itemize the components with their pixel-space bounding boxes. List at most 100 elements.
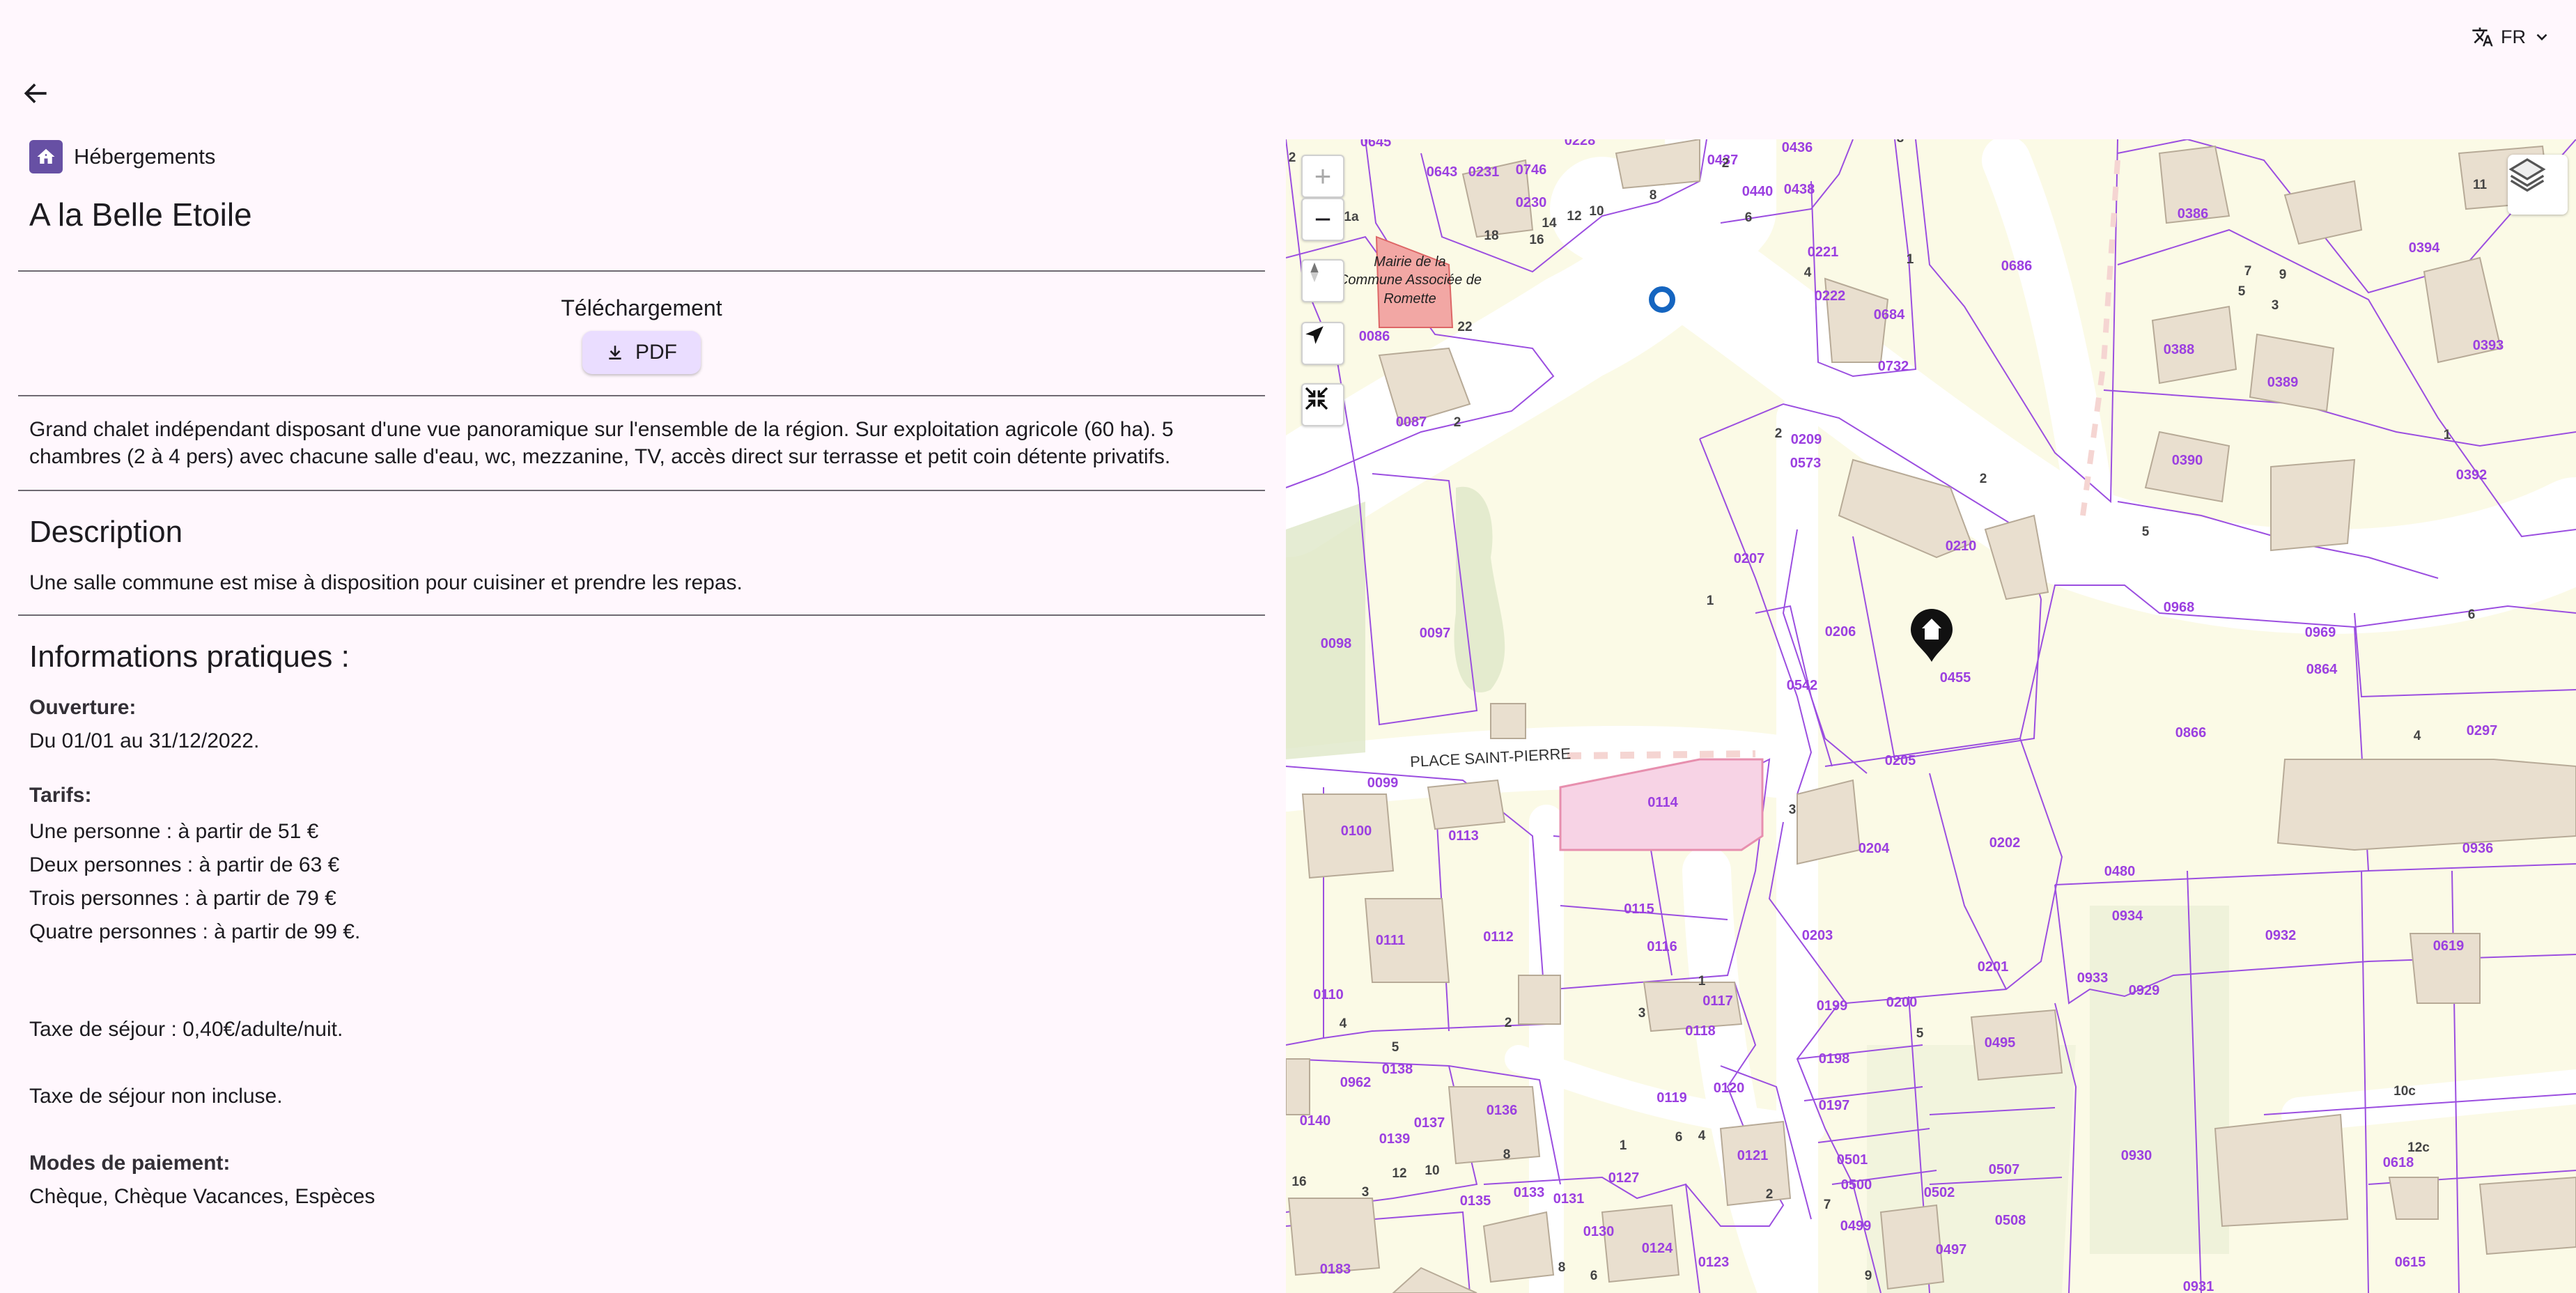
- parcel-label: 0499: [1840, 1218, 1872, 1234]
- rates-label: Tarifs:: [29, 784, 92, 807]
- parcel-label: 0199: [1817, 998, 1848, 1014]
- parcel-label: 0121: [1737, 1148, 1769, 1163]
- parcel-label: 0573: [1790, 456, 1822, 471]
- street-number: 7: [1824, 1198, 1831, 1212]
- parcel-label: 0497: [1936, 1242, 1967, 1257]
- parcel-label: 0936: [2462, 841, 2494, 856]
- practical-heading: Informations pratiques :: [29, 640, 350, 674]
- map-view[interactable]: Mairie de la Commune Associée de Romette…: [1286, 139, 2576, 1293]
- mairie-label: Commune Associée de: [1338, 272, 1482, 288]
- parcel-label: 0393: [2473, 338, 2504, 353]
- street-number: 9: [1865, 1269, 1872, 1283]
- street-number: 12: [1392, 1166, 1406, 1181]
- parcel-label: 0207: [1734, 551, 1765, 566]
- parcel-label: 0388: [2164, 342, 2195, 357]
- parcel-label: 0112: [1483, 929, 1513, 945]
- parcel-label: 0209: [1791, 432, 1822, 447]
- parcel-label: 0732: [1878, 359, 1909, 374]
- parcel-label: 0231: [1468, 164, 1500, 180]
- parcel-label: 0502: [1924, 1185, 1955, 1200]
- language-selector[interactable]: FR: [2472, 22, 2551, 52]
- street-number: 9: [2279, 268, 2287, 282]
- zoom-out-label: −: [1314, 203, 1332, 235]
- download-section: Téléchargement PDF: [18, 272, 1265, 374]
- accommodation-marker[interactable]: [1911, 609, 1953, 662]
- street-number: 7: [2244, 264, 2252, 279]
- parcel-label: 0228: [1565, 139, 1596, 148]
- parcel-label: 0929: [2129, 983, 2160, 998]
- street-number: 1: [1698, 974, 1706, 989]
- street-number: 2: [1454, 415, 1461, 430]
- parcel-label: 0297: [2467, 723, 2498, 738]
- parcel-label: 0098: [1321, 636, 1352, 651]
- pdf-download-button[interactable]: PDF: [582, 331, 701, 374]
- zoom-in-label: +: [1314, 160, 1332, 192]
- language-code: FR: [2501, 26, 2526, 47]
- street-number: 3: [1638, 1006, 1646, 1021]
- parcel-label: 0227: [1640, 139, 1671, 143]
- tax-note: Taxe de séjour non incluse.: [29, 1085, 283, 1108]
- street-number: 3: [1362, 1185, 1370, 1200]
- parcel-label: 0197: [1819, 1098, 1850, 1113]
- street-number: 4: [1804, 265, 1812, 280]
- layers-button[interactable]: [2508, 155, 2568, 215]
- parcel-label: 0934: [2112, 908, 2143, 924]
- parcel-label: 0542: [1787, 678, 1818, 693]
- street-number: 8: [1558, 1260, 1566, 1275]
- zoom-out-button[interactable]: −: [1301, 198, 1344, 241]
- street-number: 14: [1542, 216, 1557, 231]
- category-row: Hébergements: [18, 139, 1265, 174]
- parcel-label: 0202: [1989, 835, 2021, 851]
- description-text: Une salle commune est mise à disposition…: [29, 571, 743, 594]
- compass-button[interactable]: [1301, 259, 1344, 302]
- parcel-label: 0137: [1414, 1115, 1445, 1131]
- home-icon: [29, 140, 63, 173]
- parcel-label: 0508: [1995, 1213, 2026, 1228]
- back-button[interactable]: [21, 78, 52, 109]
- pdf-label: PDF: [635, 341, 677, 364]
- zoom-in-button[interactable]: +: [1301, 155, 1344, 198]
- parcel-label: 0864: [2306, 662, 2338, 677]
- parcel-label: 0205: [1885, 753, 1916, 768]
- layers-icon: [2508, 158, 2546, 192]
- parcel-label: 0127: [1608, 1170, 1640, 1186]
- opening-label: Ouverture:: [29, 696, 137, 719]
- rate-item: Deux personnes : à partir de 63 €: [29, 853, 340, 876]
- street-number: 3: [1789, 803, 1797, 817]
- street-number: 10: [1589, 204, 1604, 219]
- parcel-label: 0110: [1313, 987, 1343, 1002]
- parcel-label: 0099: [1367, 775, 1399, 791]
- street-number: 4: [2414, 729, 2421, 743]
- parcel-label: 0230: [1516, 195, 1547, 210]
- parcel-label: 0930: [2121, 1148, 2152, 1163]
- collapse-icon: [1305, 387, 1328, 410]
- street-number: 5: [2142, 525, 2150, 539]
- exit-fullscreen-button[interactable]: [1301, 383, 1344, 426]
- parcel-label: 0643: [1427, 164, 1458, 180]
- street-number: 12c: [2407, 1140, 2430, 1155]
- parcel-label: 0932: [2265, 928, 2297, 943]
- street-number: 10: [1425, 1163, 1439, 1178]
- street-number: 3: [1897, 139, 1904, 146]
- divider: [18, 490, 1265, 491]
- parcel-label: 0389: [2267, 375, 2299, 390]
- street-number: 6: [1675, 1130, 1683, 1145]
- parcel-label: 0501: [1837, 1152, 1868, 1168]
- parcel-label: 0392: [2456, 467, 2488, 483]
- street-number: 16: [1529, 233, 1544, 247]
- parcel-label: 0183: [1320, 1262, 1351, 1277]
- parcel-label: 0133: [1514, 1185, 1545, 1200]
- parcel-label: 0118: [1685, 1023, 1715, 1039]
- parcel-label: 0120: [1714, 1081, 1745, 1096]
- street-number: 10c: [2393, 1084, 2416, 1099]
- parcel-label: 0200: [1886, 995, 1918, 1010]
- parcel-label: 0201: [1978, 959, 2009, 975]
- translate-icon: [2472, 27, 2493, 47]
- street-number: 5: [1916, 1026, 1924, 1041]
- download-heading: Téléchargement: [561, 295, 722, 320]
- parcel-label: 0206: [1825, 624, 1856, 640]
- street-number: 6: [1745, 210, 1753, 225]
- parcel-label: 0440: [1742, 184, 1774, 199]
- locate-me-button[interactable]: [1301, 322, 1344, 365]
- street-number: 8: [1650, 188, 1657, 203]
